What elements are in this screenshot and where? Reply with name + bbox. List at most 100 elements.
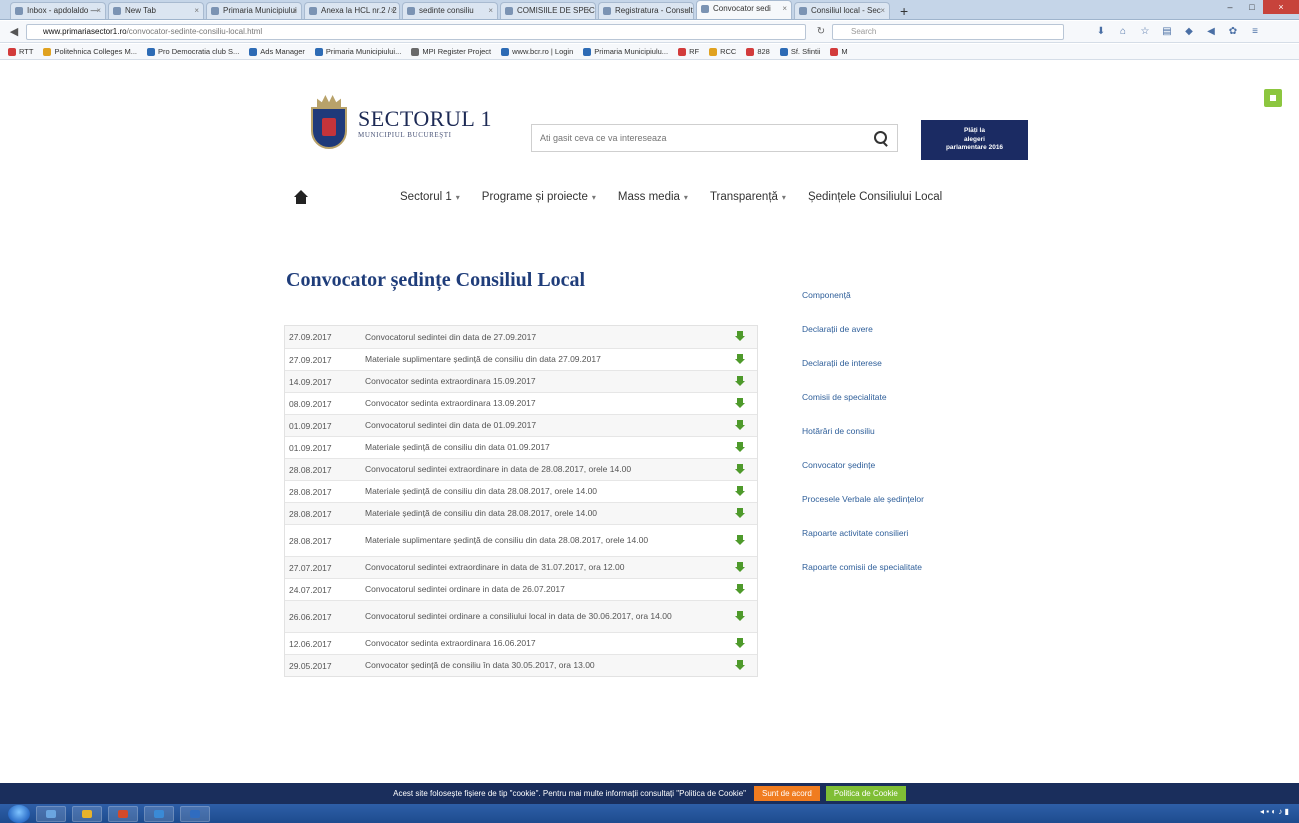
close-icon[interactable]: × — [390, 3, 395, 19]
browser-tab[interactable]: COMISIILE DE SPECIALI× — [500, 2, 596, 19]
sidebar-link[interactable]: Componență — [802, 288, 1002, 322]
browser-tab[interactable]: sedinte consiliu × — [402, 2, 498, 19]
download-icon[interactable] — [735, 441, 745, 454]
download-icon[interactable] — [735, 561, 745, 574]
row-title[interactable]: Convocatorul sedintei ordinare a consili… — [365, 611, 715, 622]
sidebar-link[interactable]: Hotărâri de consiliu — [802, 424, 1002, 458]
sidebar-link[interactable]: Declarații de avere — [802, 322, 1002, 356]
close-icon[interactable]: × — [194, 3, 199, 19]
close-icon[interactable]: × — [586, 3, 591, 19]
table-row[interactable]: 28.08.2017 Materiale ședință de consiliu … — [285, 502, 757, 524]
corner-widget-button[interactable] — [1264, 89, 1282, 107]
sidebar-link[interactable]: Declarații de interese — [802, 356, 1002, 390]
bookmark-item[interactable]: Politehnica Colleges M... — [43, 47, 137, 56]
row-title[interactable]: Convocatorul sedintei din data de 01.09.… — [365, 420, 715, 431]
home-icon[interactable] — [294, 190, 308, 204]
row-title[interactable]: Convocator sedinta extraordinara 15.09.2… — [365, 376, 715, 387]
back-icon[interactable]: ◀ — [6, 24, 22, 40]
table-row[interactable]: 08.09.2017 Convocator sedinta extraordina… — [285, 392, 757, 414]
close-icon[interactable]: × — [292, 3, 297, 19]
nav-item-mass-media[interactable]: Mass media ▾ — [618, 191, 688, 203]
browser-tab[interactable]: Inbox - apdolaldo — × — [10, 2, 106, 19]
bookmark-item[interactable]: Pro Democratia club S... — [147, 47, 239, 56]
reload-icon[interactable]: ↻ — [814, 25, 828, 39]
table-row[interactable]: 28.08.2017 Materiale suplimentare ședință… — [285, 524, 757, 556]
sidebar-link[interactable]: Procesele Verbale ale ședințelor — [802, 492, 1002, 526]
sidebar-link[interactable]: Comisii de specialitate — [802, 390, 1002, 424]
row-title[interactable]: Convocator sedinta extraordinara 16.06.2… — [365, 638, 715, 649]
row-title[interactable]: Convocator sedinta extraordinara 13.09.2… — [365, 398, 715, 409]
close-icon[interactable]: × — [96, 3, 101, 19]
download-icon[interactable] — [735, 397, 745, 410]
nav-item-transparenta[interactable]: Transparență ▾ — [710, 191, 786, 203]
nav-item-sectorul-1[interactable]: Sectorul 1 ▾ — [400, 191, 460, 203]
table-row[interactable]: 28.08.2017 Materiale ședință de consiliu … — [285, 480, 757, 502]
bookmark-item[interactable]: MPI Register Project — [411, 47, 491, 56]
cookie-policy-button[interactable]: Politica de Cookie — [825, 786, 906, 801]
table-row[interactable]: 14.09.2017 Convocator sedinta extraordina… — [285, 370, 757, 392]
row-title[interactable]: Materiale ședință de consiliu din data 2… — [365, 486, 715, 497]
extension-icon[interactable]: ✿ — [1222, 25, 1244, 39]
menu-icon[interactable]: ≡ — [1244, 25, 1266, 39]
url-bar[interactable]: www.primariasector1.ro/convocator-sedint… — [26, 24, 806, 40]
bookmark-item[interactable]: RTT — [8, 47, 33, 56]
elections-promo-banner[interactable]: Plăți la alegeri parlamentare 2016 — [921, 120, 1028, 160]
row-title[interactable]: Materiale suplimentare ședință de consil… — [365, 354, 715, 365]
cookie-accept-button[interactable]: Sunt de acord — [754, 786, 820, 801]
download-icon[interactable] — [735, 331, 745, 343]
row-title[interactable]: Convocator ședință de consiliu în data 3… — [365, 660, 715, 671]
bookmark-item[interactable]: Primaria Municipiului... — [314, 47, 401, 56]
row-title[interactable]: Convocatorul sedintei ordinare in data d… — [365, 584, 715, 595]
row-title[interactable]: Convocatorul sedintei extraordinare in d… — [365, 464, 715, 475]
site-search-input[interactable] — [532, 125, 852, 151]
site-logo[interactable]: SECTORUL 1 MUNICIPIUL BUCUREŞTI — [308, 95, 492, 151]
home-browser-icon[interactable]: ⌂ — [1112, 25, 1134, 39]
download-icon[interactable] — [735, 583, 745, 596]
maximize-button[interactable]: □ — [1241, 0, 1263, 14]
system-tray[interactable]: ◂ ▪ ◐ ♪ ▮ — [1260, 807, 1289, 816]
bookmark-item[interactable]: RF — [678, 47, 699, 56]
table-row[interactable]: 28.08.2017 Convocatorul sedintei extraord… — [285, 458, 757, 480]
sidebar-link[interactable]: Rapoarte activitate consilieri — [802, 526, 1002, 560]
bookmark-item[interactable]: Sf. Sfintii — [779, 47, 820, 56]
download-icon[interactable] — [735, 534, 745, 547]
row-title[interactable]: Materiale ședință de consiliu din data 0… — [365, 442, 715, 453]
taskbar-app-button[interactable] — [144, 805, 174, 822]
taskbar-app-button[interactable] — [36, 805, 66, 822]
browser-tab[interactable]: Consiliul local - Sec × — [794, 2, 890, 19]
download-icon[interactable] — [735, 659, 745, 672]
bookmark-item[interactable]: www.bcr.ro | Login — [501, 47, 573, 56]
taskbar-app-button[interactable] — [180, 805, 210, 822]
taskbar-app-button[interactable] — [72, 805, 102, 822]
table-row[interactable]: 27.09.2017 Convocatorul sedintei din data… — [285, 326, 757, 348]
download-icon[interactable] — [735, 637, 745, 650]
row-title[interactable]: Materiale suplimentare ședință de consil… — [365, 535, 715, 546]
browser-tab-active[interactable]: Convocator sedi × — [696, 0, 792, 19]
table-row[interactable]: 29.05.2017 Convocator ședință de consiliu… — [285, 654, 757, 676]
table-row[interactable]: 24.07.2017 Convocatorul sedintei ordinare… — [285, 578, 757, 600]
table-row[interactable]: 27.07.2017 Convocatorul sedintei extraord… — [285, 556, 757, 578]
minimize-button[interactable]: – — [1219, 0, 1241, 14]
table-row[interactable]: 01.09.2017 Materiale ședință de consiliu … — [285, 436, 757, 458]
star-icon[interactable]: ☆ — [1134, 25, 1156, 39]
browser-tab[interactable]: New Tab × — [108, 2, 204, 19]
start-button[interactable] — [8, 804, 30, 823]
download-icon[interactable] — [735, 419, 745, 432]
window-close-button[interactable]: × — [1263, 0, 1299, 14]
search-icon[interactable] — [873, 130, 889, 146]
table-row[interactable]: 27.09.2017 Materiale suplimentare ședință… — [285, 348, 757, 370]
download-icon[interactable] — [735, 353, 745, 366]
bookmark-item[interactable]: 828 — [746, 47, 770, 56]
close-icon[interactable]: × — [488, 3, 493, 19]
nav-item-sedintele[interactable]: Ședințele Consiliului Local — [808, 191, 942, 203]
sidebar-link[interactable]: Convocator ședințe — [802, 458, 1002, 492]
download-icon[interactable] — [735, 463, 745, 476]
download-icon[interactable] — [735, 610, 745, 623]
row-title[interactable]: Materiale ședință de consiliu din data 2… — [365, 508, 715, 519]
send-icon[interactable]: ◀ — [1200, 25, 1222, 39]
bookmark-item[interactable]: Ads Manager — [249, 47, 305, 56]
table-row[interactable]: 26.06.2017 Convocatorul sedintei ordinare… — [285, 600, 757, 632]
browser-search-bar[interactable]: Search — [832, 24, 1064, 40]
shield-icon[interactable]: ◆ — [1178, 25, 1200, 39]
close-icon[interactable]: × — [782, 1, 787, 17]
